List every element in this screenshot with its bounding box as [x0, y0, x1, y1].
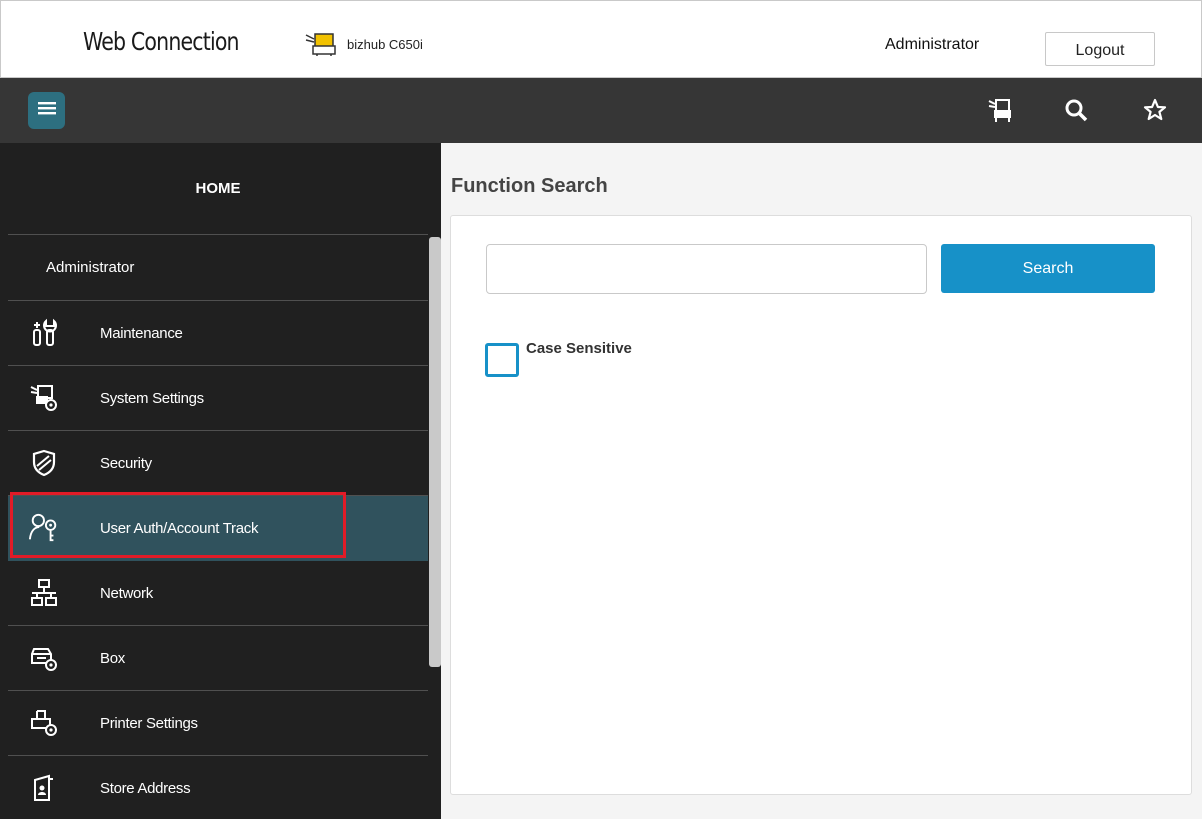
sidebar-item-label: User Auth/Account Track: [100, 519, 259, 537]
sidebar-item-store-address[interactable]: Store Address: [8, 756, 428, 819]
case-sensitive-checkbox[interactable]: [485, 343, 519, 377]
network-icon: [28, 577, 60, 609]
maintenance-icon: [28, 317, 60, 349]
search-icon[interactable]: [1061, 95, 1091, 125]
sidebar-item-label: Security: [100, 454, 152, 472]
sidebar-item-maintenance[interactable]: Maintenance: [8, 301, 428, 366]
top-header: Web Connection bizhub C650i Administrato…: [0, 0, 1202, 78]
system-settings-icon: [28, 382, 60, 414]
toolbar: [0, 78, 1202, 143]
sidebar-item-label: Printer Settings: [100, 714, 198, 732]
sidebar-item-label: Store Address: [100, 779, 191, 797]
menu-icon: [37, 100, 56, 121]
store-address-icon: [28, 772, 60, 804]
sidebar-item-label: Box: [100, 649, 125, 667]
sidebar-item-box[interactable]: Box: [8, 626, 428, 691]
sidebar-item-label: System Settings: [100, 389, 204, 407]
home-link[interactable]: HOME: [8, 143, 428, 235]
sidebar-item-security[interactable]: Security: [8, 431, 428, 496]
sidebar-item-network[interactable]: Network: [8, 561, 428, 626]
sidebar-item-system-settings[interactable]: System Settings: [8, 366, 428, 431]
printer-settings-icon: [28, 707, 60, 739]
logout-button[interactable]: Logout: [1045, 32, 1155, 66]
main-content: Function Search Search Case Sensitive: [441, 143, 1202, 819]
search-panel: Search Case Sensitive: [450, 215, 1192, 795]
sidebar-item-label: Network: [100, 584, 153, 602]
user-key-icon: [28, 512, 60, 544]
section-administrator: Administrator: [8, 235, 428, 301]
sidebar-item-printer-settings[interactable]: Printer Settings: [8, 691, 428, 756]
sidebar-scrollbar[interactable]: [429, 237, 441, 667]
printer-model-icon: [305, 31, 339, 57]
sidebar: HOME Administrator Maintenance System Se…: [0, 143, 441, 819]
sidebar-item-user-auth-account-track[interactable]: User Auth/Account Track: [8, 496, 428, 561]
search-button[interactable]: Search: [941, 244, 1155, 293]
sidebar-item-label: Maintenance: [100, 324, 183, 342]
model-name: bizhub C650i: [347, 37, 423, 52]
page-title: Function Search: [451, 175, 608, 197]
security-shield-icon: [28, 447, 60, 479]
user-name: Administrator: [885, 36, 980, 53]
case-sensitive-label: Case Sensitive: [526, 340, 632, 357]
printer-icon[interactable]: [986, 95, 1016, 125]
search-input[interactable]: [486, 244, 927, 294]
menu-button[interactable]: [28, 92, 65, 129]
brand-title: Web Connection: [83, 27, 240, 56]
star-icon[interactable]: [1140, 95, 1170, 125]
box-icon: [28, 642, 60, 674]
